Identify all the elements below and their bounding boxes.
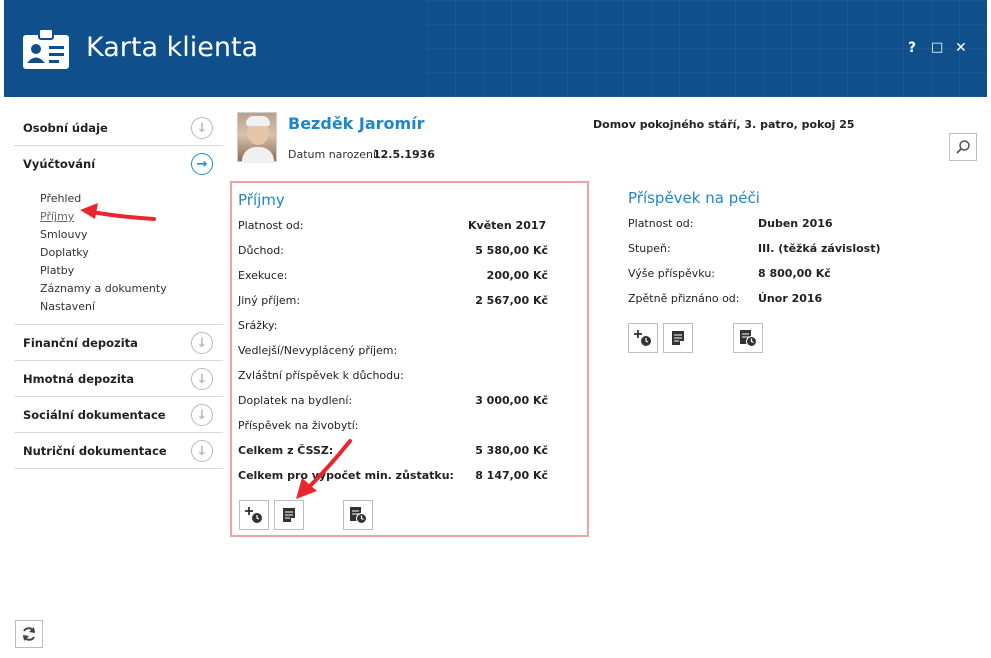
client-photo [237,112,277,163]
sidebar: Osobní údaje ↓ Vyúčtování → Přehled Příj… [14,110,223,469]
document-clock-icon [740,330,757,347]
client-location: Domov pokojného stáří, 3. patro, pokoj 2… [593,118,855,131]
document-clock-icon [350,507,367,524]
income-row: Vedlejší/Nevyplácený příjem: [238,344,398,357]
income-title: Příjmy [238,191,285,209]
submenu-item-income[interactable]: Příjmy [40,208,223,226]
income-row: Zvláštní příspěvek k důchodu: [238,369,404,382]
income-row: Srážky: [238,319,278,332]
search-button[interactable] [949,133,977,161]
chevron-right-circle-icon: → [191,153,213,175]
income-row: Doplatek na bydlení: 3 000,00 Kč [238,394,548,407]
care-title: Příspěvek na péči [628,189,760,207]
client-header: Bezděk Jaromír Datum narození: 12.5.1936… [237,112,977,170]
chevron-down-circle-icon: ↓ [191,332,213,354]
maximize-button[interactable]: □ [931,40,943,55]
income-panel: Příjmy Platnost od: Květen 2017 Důchod: 5 … [230,181,589,537]
sidebar-item-label: Sociální dokumentace [23,407,166,422]
sidebar-item-financial-deposits[interactable]: Finanční depozita ↓ [14,325,223,361]
income-row: Důchod: 5 580,00 Kč [238,244,548,257]
chevron-down-circle-icon: ↓ [191,368,213,390]
refresh-icon [23,627,35,641]
header-pattern [427,0,987,97]
add-history-button[interactable] [628,323,658,353]
add-clock-icon [634,330,651,346]
income-total-row: Celkem pro výpočet min. zůstatku: 8 147,0… [238,469,548,482]
sidebar-item-nutrition-docs[interactable]: Nutriční dokumentace ↓ [14,433,223,469]
search-icon [956,140,970,154]
submenu-item-surcharges[interactable]: Doplatky [40,244,223,262]
care-row: Platnost od: Duben 2016 [628,217,833,230]
refresh-button[interactable] [15,620,43,648]
care-allowance-panel: Příspěvek na péči Platnost od: Duben 2016… [622,181,922,381]
submenu-item-overview[interactable]: Přehled [40,190,223,208]
submenu-item-contracts[interactable]: Smlouvy [40,226,223,244]
chevron-down-circle-icon: ↓ [191,404,213,426]
help-button[interactable]: ? [908,40,916,56]
sidebar-item-billing[interactable]: Vyúčtování → [14,146,223,182]
submenu-item-records[interactable]: Záznamy a dokumenty [40,280,223,298]
care-row: Stupeň: III. (těžká závislost) [628,242,881,255]
document-icon [283,508,295,522]
history-button[interactable] [343,500,373,530]
income-total-row: Celkem z ČSSZ: 5 380,00 Kč [238,444,548,457]
chevron-down-circle-icon: ↓ [191,440,213,462]
sidebar-item-label: Finanční depozita [23,335,138,350]
add-history-button[interactable] [239,500,269,530]
dob-value: 12.5.1936 [373,148,435,161]
income-row: Exekuce: 200,00 Kč [238,269,548,282]
client-card-icon [23,28,69,69]
add-clock-icon [245,507,262,523]
sidebar-item-label: Osobní údaje [23,120,108,135]
billing-submenu: Přehled Příjmy Smlouvy Doplatky Platby Z… [14,182,223,325]
sidebar-item-social-docs[interactable]: Sociální dokumentace ↓ [14,397,223,433]
document-icon [672,331,684,345]
care-row: Zpětně přiznáno od: Únor 2016 [628,292,823,305]
care-row: Výše příspěvku: 8 800,00 Kč [628,267,831,280]
history-button[interactable] [733,323,763,353]
income-row: Jiný příjem: 2 567,00 Kč [238,294,548,307]
sidebar-item-personal[interactable]: Osobní údaje ↓ [14,110,223,146]
submenu-item-payments[interactable]: Platby [40,262,223,280]
sidebar-item-label: Vyúčtování [23,157,96,171]
window-title: Karta klienta [86,32,259,63]
income-row: Příspěvek na živobytí: [238,419,359,432]
chevron-down-circle-icon: ↓ [191,117,213,139]
income-row: Platnost od: Květen 2017 [238,219,547,232]
edit-document-button[interactable] [663,323,693,353]
sidebar-item-material-deposits[interactable]: Hmotná depozita ↓ [14,361,223,397]
close-button[interactable]: ✕ [955,40,967,56]
dob-label: Datum narození: [288,148,380,161]
sidebar-item-label: Nutriční dokumentace [23,443,167,458]
edit-document-button[interactable] [274,500,304,530]
sidebar-item-label: Hmotná depozita [23,371,135,386]
client-name: Bezděk Jaromír [288,114,425,133]
submenu-item-settings[interactable]: Nastavení [40,298,223,316]
window-header: Karta klienta ? □ ✕ [4,0,987,97]
